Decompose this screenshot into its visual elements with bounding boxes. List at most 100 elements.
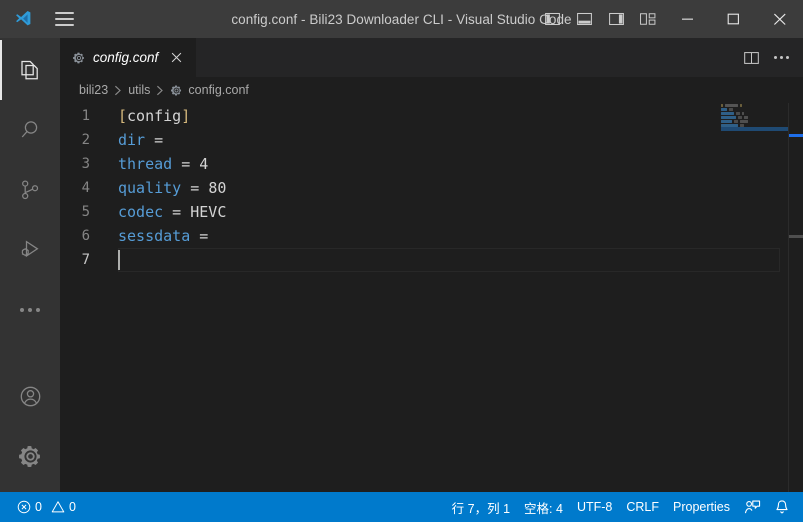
code-line[interactable]: 4 quality = 80	[60, 176, 803, 200]
title-bar: config.conf - Bili23 Downloader CLI - Vi…	[0, 0, 803, 38]
token-brk: ]	[181, 107, 191, 125]
breadcrumb-label: config.conf	[188, 83, 249, 97]
token-key: sessdata	[118, 227, 191, 245]
properties-file-icon	[72, 51, 86, 65]
tab-label: config.conf	[93, 50, 159, 65]
token-op: =	[181, 179, 209, 197]
line-number: 2	[81, 132, 90, 148]
chevron-right-icon	[156, 85, 164, 96]
token-key: quality	[118, 179, 182, 197]
notifications-bell-icon[interactable]	[767, 492, 797, 522]
overview-cursor-marker	[789, 134, 803, 137]
warning-count: 0	[68, 500, 76, 514]
line-content: sessdata =	[118, 224, 217, 248]
line-number: 1	[81, 108, 90, 124]
status-bar-left: 0 0	[0, 492, 83, 522]
editor-actions	[737, 38, 803, 77]
editor-scrollbar[interactable]	[788, 103, 803, 492]
hamburger-menu-icon[interactable]	[44, 0, 84, 38]
chevron-right-icon	[114, 85, 122, 96]
line-number: 6	[81, 228, 90, 244]
toggle-secondary-sidebar-icon[interactable]	[600, 0, 632, 38]
code-line[interactable]: 5 codec = HEVC	[60, 200, 803, 224]
breadcrumb-label: utils	[128, 83, 151, 97]
breadcrumb-item-0[interactable]: bili23	[79, 83, 108, 97]
line-content: thread = 4	[118, 152, 208, 176]
current-line-highlight	[118, 248, 780, 272]
sidebar-item-accounts[interactable]	[0, 366, 60, 426]
warning-triangle-icon	[51, 500, 65, 514]
token-op: =	[145, 131, 173, 149]
code-line[interactable]: 6 sessdata =	[60, 224, 803, 248]
token-brk: [	[118, 107, 128, 125]
vscode-logo-icon[interactable]	[0, 0, 44, 38]
breadcrumb-label: bili23	[79, 83, 109, 97]
line-number: 4	[81, 180, 90, 196]
status-bar-language-mode[interactable]: Properties	[666, 492, 737, 522]
close-icon[interactable]	[756, 0, 803, 38]
vscode-window: config.conf - Bili23 Downloader CLI - Vi…	[0, 0, 803, 522]
line-content: codec = HEVC	[118, 200, 226, 224]
breadcrumb-item-2[interactable]: config.conf	[170, 83, 249, 97]
line-content: [config]	[118, 104, 190, 128]
code-content[interactable]: 1 [config] 2 dir = 3 thread = 4 4 quality = 80…	[60, 103, 803, 492]
token-val: 80	[208, 179, 227, 197]
token-key: thread	[118, 155, 173, 173]
status-bar-problems[interactable]: 0 0	[10, 492, 83, 522]
status-bar-indentation[interactable]: 空格: 4	[517, 492, 570, 522]
toggle-primary-sidebar-icon[interactable]	[536, 0, 568, 38]
token-op: =	[172, 155, 200, 173]
line-number: 5	[81, 204, 90, 220]
breadcrumb-item-1[interactable]: utils	[128, 83, 150, 97]
token-key: dir	[118, 131, 146, 149]
code-line[interactable]: 7	[60, 248, 803, 272]
more-views-icon	[20, 308, 40, 312]
token-sec: config	[127, 107, 182, 125]
editor-tab-bar: config.conf	[60, 38, 803, 77]
close-icon[interactable]	[167, 49, 185, 67]
status-bar-right: 行 7，列 1 空格: 4 UTF-8 CRLF Properties	[445, 492, 803, 522]
editor-group: config.conf bili23 utils config.conf 1 […	[60, 38, 803, 492]
error-count: 0	[35, 500, 42, 514]
code-line[interactable]: 3 thread = 4	[60, 152, 803, 176]
code-line[interactable]: 1 [config]	[60, 104, 803, 128]
split-editor-icon[interactable]	[737, 38, 765, 77]
activity-bar	[0, 38, 60, 492]
sidebar-item-search[interactable]	[0, 100, 60, 160]
tab-bar-empty-space	[196, 38, 737, 77]
status-bar-eol[interactable]: CRLF	[619, 492, 666, 522]
status-bar: 0 0 行 7，列 1 空格: 4 UTF-8 CRLF Properties	[0, 492, 803, 522]
title-bar-actions	[528, 0, 803, 38]
status-bar-encoding[interactable]: UTF-8	[570, 492, 619, 522]
token-val: HEVC	[190, 203, 227, 221]
sidebar-item-source-control[interactable]	[0, 160, 60, 220]
tab-config-conf[interactable]: config.conf	[60, 38, 197, 77]
line-number: 7	[81, 252, 90, 268]
code-line[interactable]: 2 dir =	[60, 128, 803, 152]
status-bar-cursor-position[interactable]: 行 7，列 1	[445, 492, 517, 522]
token-op: =	[190, 227, 218, 245]
scrollbar-thumb[interactable]	[789, 235, 803, 238]
token-val: 4	[199, 155, 209, 173]
token-op: =	[163, 203, 191, 221]
customize-layout-icon[interactable]	[632, 0, 664, 38]
sidebar-item-settings[interactable]	[0, 426, 60, 486]
more-actions-icon[interactable]	[767, 38, 795, 77]
line-number: 3	[81, 156, 90, 172]
sidebar-item-run-and-debug[interactable]	[0, 220, 60, 280]
line-content: quality = 80	[118, 176, 226, 200]
minimize-icon[interactable]	[664, 0, 710, 38]
workbench-body: config.conf bili23 utils config.conf 1 […	[0, 38, 803, 492]
breadcrumb: bili23 utils config.conf	[60, 77, 803, 103]
sidebar-item-more-views[interactable]	[0, 280, 60, 340]
error-circle-icon	[17, 500, 31, 514]
toggle-panel-icon[interactable]	[568, 0, 600, 38]
text-cursor	[118, 250, 120, 270]
properties-file-icon	[170, 84, 183, 97]
maximize-icon[interactable]	[710, 0, 756, 38]
feedback-icon[interactable]	[737, 492, 767, 522]
token-key: codec	[118, 203, 164, 221]
line-content: dir =	[118, 128, 172, 152]
sidebar-item-explorer[interactable]	[0, 40, 60, 100]
editor-viewport[interactable]: 1 [config] 2 dir = 3 thread = 4 4 quality = 80…	[60, 103, 803, 492]
